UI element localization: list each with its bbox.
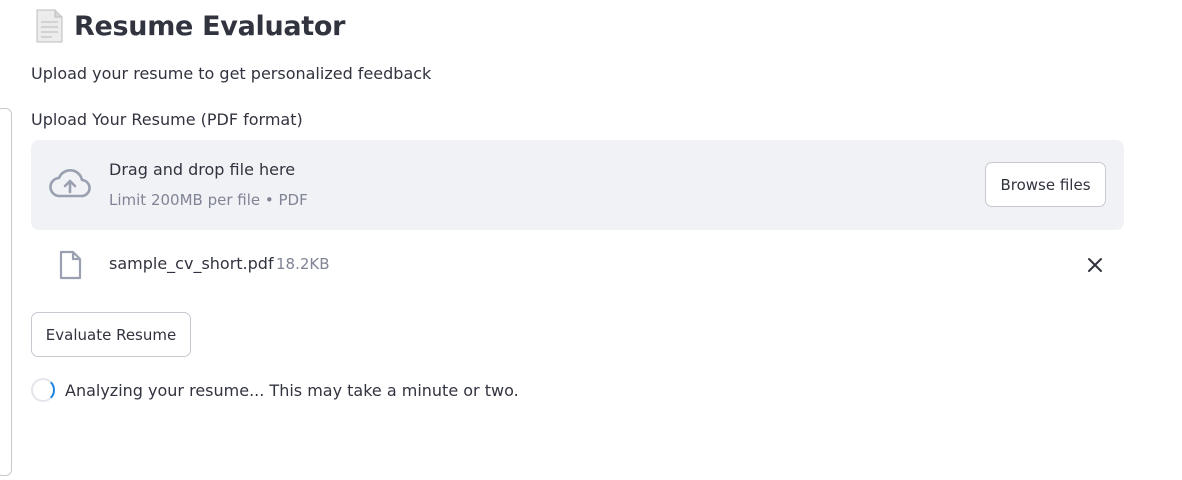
file-dropzone[interactable]: Drag and drop file here Limit 200MB per …	[31, 140, 1124, 230]
close-icon	[1088, 258, 1102, 272]
uploaded-file-name: sample_cv_short.pdf	[109, 254, 274, 273]
browse-files-button[interactable]: Browse files	[985, 162, 1106, 207]
cloud-upload-icon	[49, 168, 91, 198]
evaluate-resume-button[interactable]: Evaluate Resume	[31, 312, 191, 357]
remove-file-button[interactable]	[1083, 253, 1107, 277]
file-uploader-label: Upload Your Resume (PDF format)	[31, 110, 303, 129]
title-row: Resume Evaluator	[34, 8, 345, 44]
sidebar-edge	[0, 108, 12, 476]
dropzone-limit-text: Limit 200MB per file • PDF	[109, 191, 308, 209]
app-page: Resume Evaluator Upload your resume to g…	[0, 0, 1182, 480]
loading-spinner-icon	[31, 378, 55, 402]
page-facing-up-icon	[36, 9, 63, 43]
page-title: Resume Evaluator	[74, 10, 346, 42]
uploaded-file-size: 18.2KB	[276, 255, 330, 273]
status-row: Analyzing your resume... This may take a…	[31, 378, 519, 402]
status-text: Analyzing your resume... This may take a…	[65, 380, 519, 400]
dropzone-title: Drag and drop file here	[109, 160, 296, 179]
file-icon	[59, 250, 82, 280]
page-subtitle: Upload your resume to get personalized f…	[31, 64, 432, 83]
uploaded-file-row: sample_cv_short.pdf 18.2KB	[31, 245, 1124, 285]
